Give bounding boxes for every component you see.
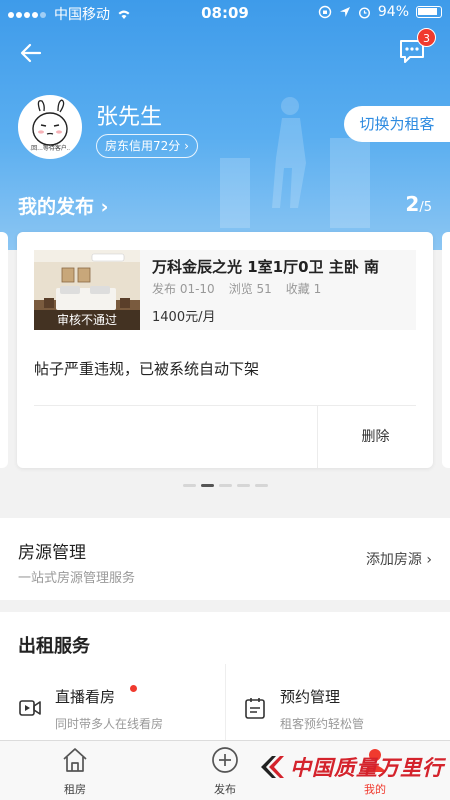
live-viewing-red-dot <box>130 685 137 692</box>
listing-price: 1400元/月 <box>152 310 216 325</box>
back-arrow-icon[interactable] <box>18 40 44 66</box>
live-viewing-subtitle: 同时带多人在线看房 <box>55 717 164 731</box>
pager-dot[interactable] <box>254 484 268 487</box>
carousel-pager <box>0 484 450 487</box>
battery-icon <box>416 6 442 18</box>
watermark: 中国质量万里行 <box>258 752 444 782</box>
post-counter: 2/5 <box>405 192 432 216</box>
messages-button[interactable]: 3 <box>398 28 436 64</box>
previous-card-peek[interactable] <box>0 232 8 468</box>
post-counter-total: /5 <box>419 200 432 215</box>
tab-rent[interactable]: 租房 <box>35 745 115 797</box>
appointment-management-service[interactable]: 预约管理 租客预约轻松管 <box>225 674 450 744</box>
live-viewing-title: 直播看房 <box>55 688 116 706</box>
video-icon <box>19 700 41 716</box>
property-management-section[interactable]: 房源管理 一站式房源管理服务 添加房源 › <box>0 518 450 600</box>
landlord-credit-score[interactable]: 房东信用72分 › <box>96 134 198 158</box>
property-management-subtitle: 一站式房源管理服务 <box>18 571 136 586</box>
house-icon <box>63 748 87 772</box>
orientation-lock-icon <box>318 5 332 19</box>
property-management-title: 房源管理 <box>18 543 86 563</box>
violation-notice: 帖子严重违规，已被系统自动下架 <box>34 360 260 378</box>
watermark-logo <box>261 756 284 778</box>
listing-summary[interactable]: 审核不通过 万科金辰之光 1室1厅0卫 主卧 南 发布 01-10 浏览 51 … <box>34 250 416 330</box>
listing-thumbnail: 审核不通过 <box>34 250 140 330</box>
avatar[interactable]: ..回...等待客户... <box>18 95 82 159</box>
appointment-management-subtitle: 租客预约轻松管 <box>280 717 365 731</box>
switch-to-tenant-button[interactable]: 切换为租客 <box>344 106 450 142</box>
plus-circle-icon <box>212 747 238 773</box>
battery-percent: 94% <box>377 4 409 20</box>
rental-services-section: 出租服务 直播看房 同时带多人在线看房 预约管理 租客预约轻松管 <box>0 612 450 752</box>
tab-publish-label: 发布 <box>214 783 236 796</box>
publish-date: 发布 01-10 <box>152 282 215 296</box>
pager-dot[interactable] <box>236 484 250 487</box>
listing-stats: 发布 01-10 浏览 51 收藏 1 <box>152 280 321 297</box>
delete-button[interactable]: 删除 <box>318 406 433 468</box>
status-bar: 中国移动 08:09 94% <box>0 0 450 26</box>
appointment-management-title: 预约管理 <box>280 688 341 706</box>
rental-services-heading: 出租服务 <box>18 636 90 657</box>
location-icon <box>339 7 350 17</box>
avatar-caption: ..回...等待客户... <box>27 145 73 152</box>
tab-mine-label: 我的 <box>364 783 386 796</box>
pager-dot[interactable] <box>182 484 196 487</box>
calendar-icon <box>245 698 265 719</box>
review-failed-label: 审核不通过 <box>34 310 140 330</box>
my-posts-title[interactable]: 我的发布 › <box>18 192 108 219</box>
listing-card: 审核不通过 万科金辰之光 1室1厅0卫 主卧 南 发布 01-10 浏览 51 … <box>17 232 433 468</box>
view-count: 浏览 51 <box>228 282 272 296</box>
next-card-peek[interactable] <box>442 232 450 468</box>
tab-publish[interactable]: 发布 <box>185 745 265 797</box>
post-counter-current: 2 <box>405 192 420 216</box>
tab-rent-label: 租房 <box>64 783 86 796</box>
live-viewing-service[interactable]: 直播看房 同时带多人在线看房 <box>0 674 225 744</box>
alarm-icon <box>358 6 370 19</box>
watermark-text: 中国质量万里行 <box>290 755 444 780</box>
message-count-badge: 3 <box>417 28 436 47</box>
pager-dot-active[interactable] <box>200 484 214 487</box>
add-property-link[interactable]: 添加房源 › <box>366 549 432 569</box>
favorite-count: 收藏 1 <box>285 282 322 296</box>
username: 张先生 <box>96 105 163 130</box>
decorative-city-silhouette <box>220 97 370 228</box>
pager-dot[interactable] <box>218 484 232 487</box>
listing-title: 万科金辰之光 1室1厅0卫 主卧 南 <box>152 258 379 276</box>
